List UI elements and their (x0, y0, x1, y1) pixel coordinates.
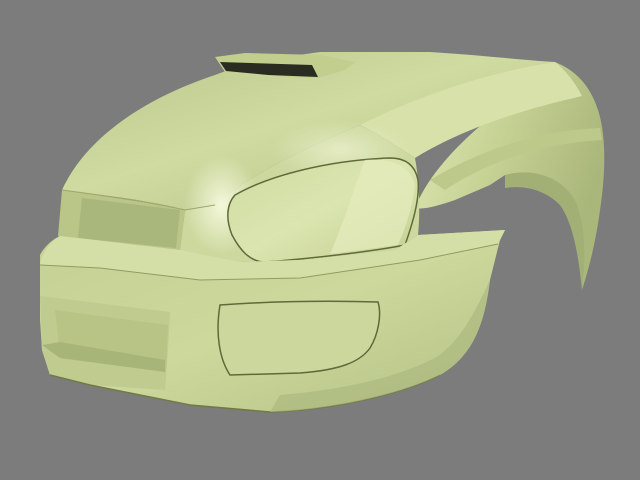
car-body-render (39, 52, 605, 413)
render-viewport (0, 0, 640, 480)
